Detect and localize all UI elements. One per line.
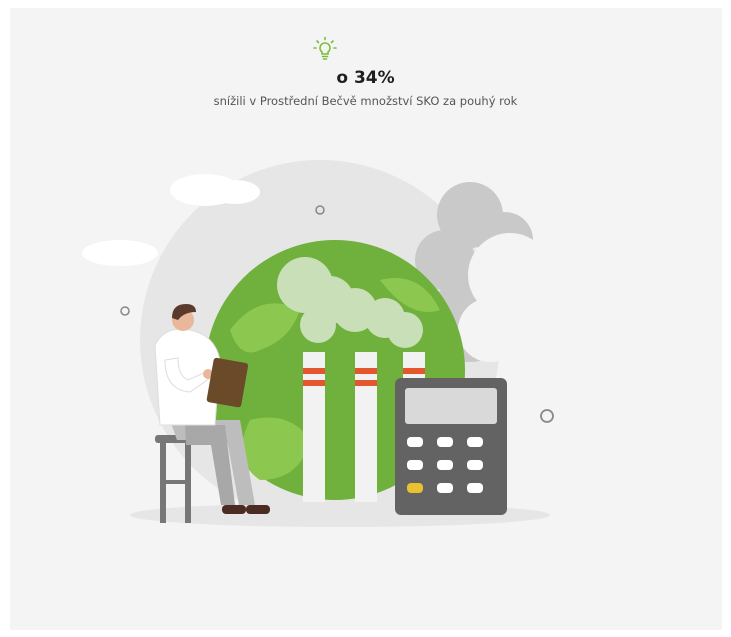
chimney	[303, 352, 325, 502]
chimney	[355, 352, 377, 502]
decor-dot	[120, 306, 130, 316]
chimney	[403, 352, 425, 382]
decor-dot	[540, 409, 554, 423]
calculator	[395, 378, 507, 515]
factory-illustration	[82, 160, 554, 527]
